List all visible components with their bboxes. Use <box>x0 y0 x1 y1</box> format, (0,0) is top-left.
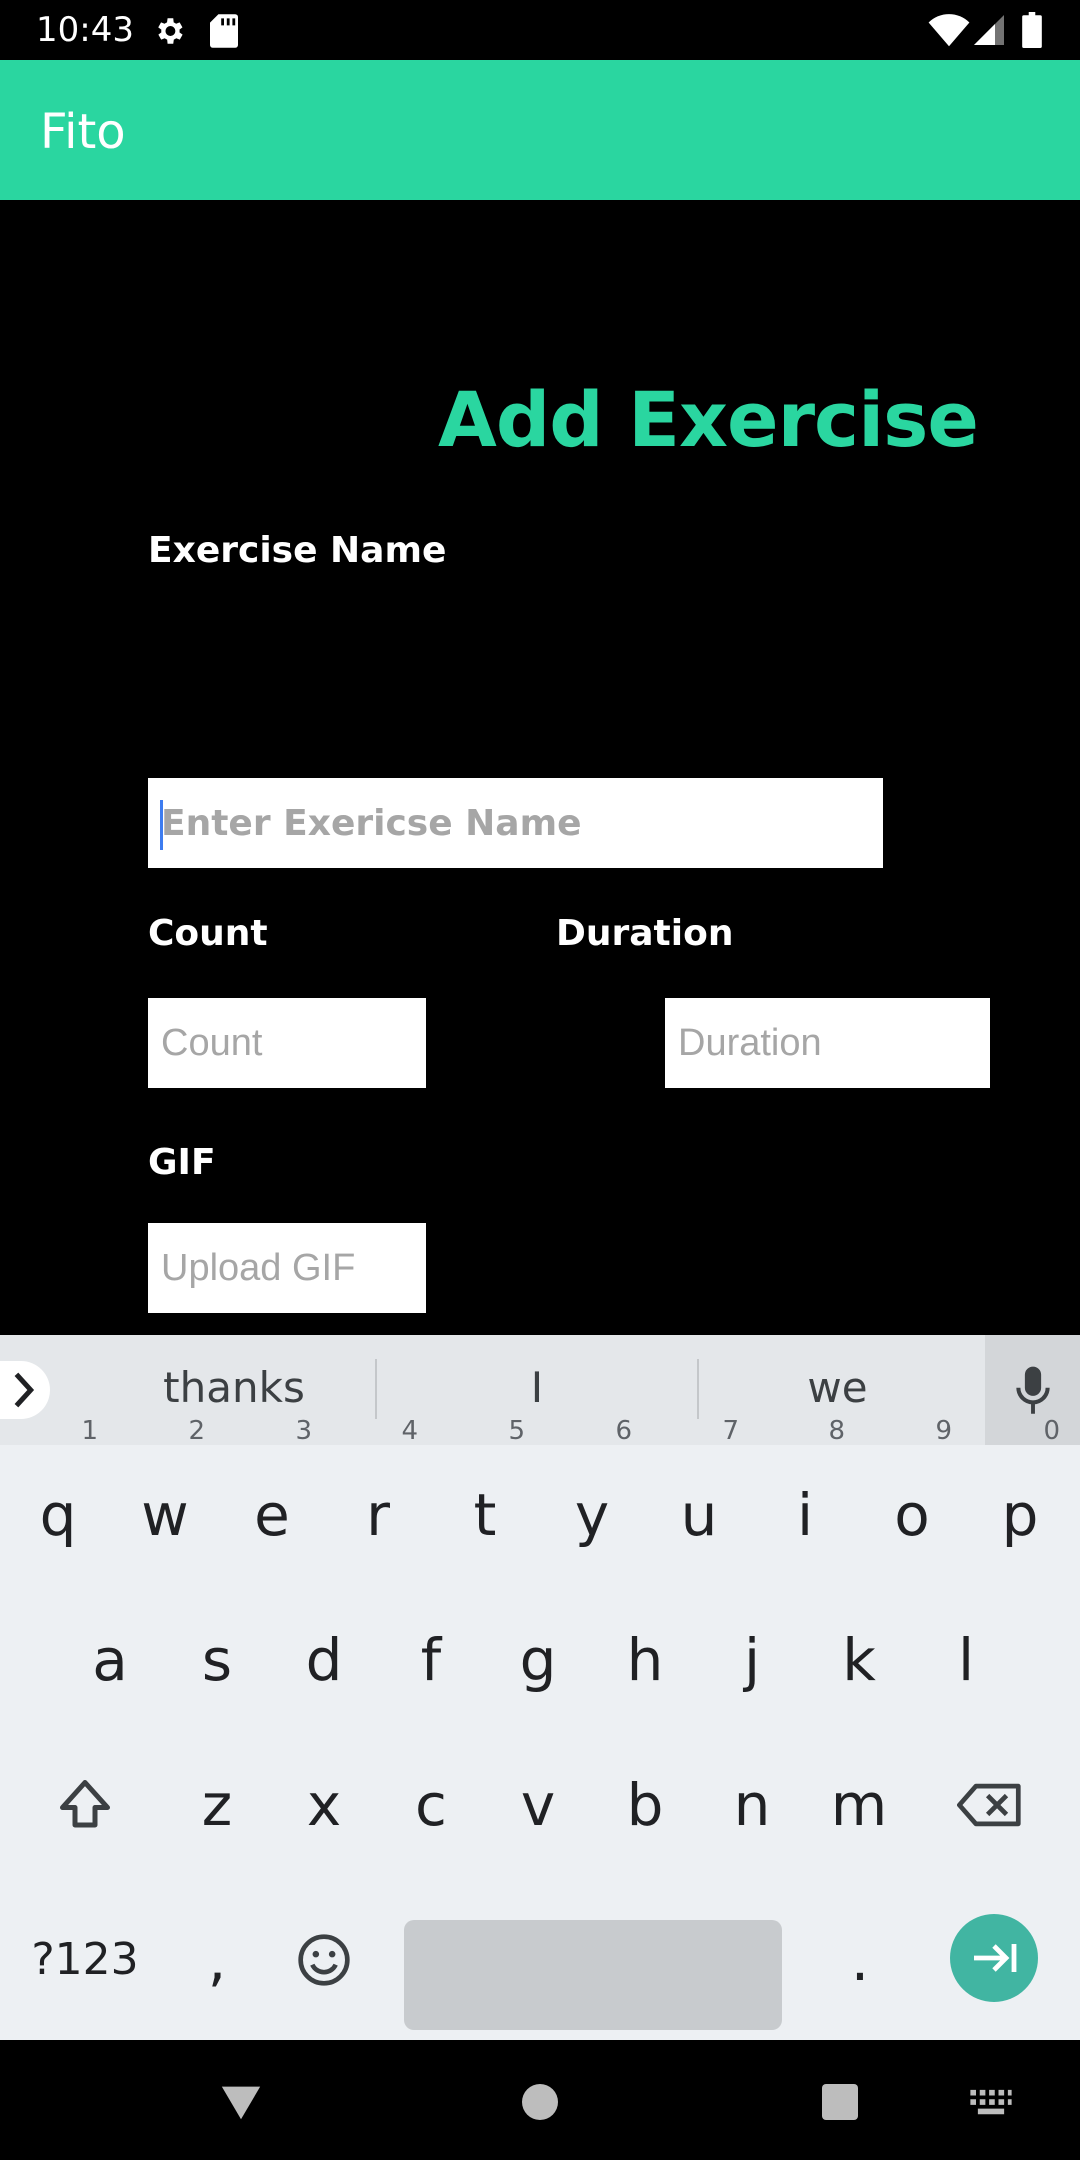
key-a[interactable]: a <box>60 1595 160 1725</box>
tab-arrow-icon <box>974 1944 1017 1972</box>
key-c[interactable]: c <box>381 1740 481 1870</box>
add-exercise-form: Add Exercise Exercise Name Count Duratio… <box>0 200 1080 1335</box>
key-h[interactable]: h <box>595 1595 695 1725</box>
exercise-name-label: Exercise Name <box>148 530 447 571</box>
key-n[interactable]: n <box>702 1740 802 1870</box>
key-k[interactable]: k <box>809 1595 909 1725</box>
suggestion-strip: thanks I we <box>0 1335 1080 1445</box>
symbols-key[interactable]: ?123 <box>20 1895 150 2025</box>
exercise-name-field[interactable] <box>148 778 883 868</box>
suggestion-divider <box>375 1359 377 1419</box>
key-q[interactable]: q1 <box>8 1416 108 1580</box>
key-e[interactable]: e3 <box>222 1416 322 1580</box>
comma-key[interactable]: , <box>167 1895 267 2025</box>
gif-upload-input[interactable] <box>148 1223 426 1313</box>
spacebar-key[interactable] <box>404 1920 782 2030</box>
gif-field[interactable] <box>148 1223 426 1313</box>
count-input[interactable] <box>148 998 426 1088</box>
key-d[interactable]: d <box>274 1595 374 1725</box>
duration-input[interactable] <box>665 998 990 1088</box>
period-key[interactable]: . <box>810 1895 910 2025</box>
key-z[interactable]: z <box>167 1740 267 1870</box>
suggestion-2[interactable]: I <box>378 1363 696 1412</box>
microphone-icon <box>1016 1366 1050 1414</box>
signal-icon <box>974 15 1004 45</box>
backspace-icon <box>957 1783 1021 1827</box>
count-field[interactable] <box>148 998 426 1088</box>
chevron-right-icon <box>14 1372 35 1408</box>
key-w[interactable]: w2 <box>115 1416 215 1580</box>
key-v[interactable]: v <box>488 1740 588 1870</box>
next-field-button[interactable] <box>950 1914 1038 2002</box>
voice-input-button[interactable] <box>985 1335 1080 1445</box>
key-s[interactable]: s <box>167 1595 267 1725</box>
home-icon[interactable] <box>520 2082 560 2122</box>
suggestion-divider <box>697 1359 699 1419</box>
status-bar: 10:43 <box>0 0 1080 60</box>
key-t[interactable]: t5 <box>435 1416 535 1580</box>
key-l[interactable]: l <box>916 1595 1016 1725</box>
gif-label: GIF <box>148 1142 216 1183</box>
system-nav-bar <box>0 2040 1080 2160</box>
key-p[interactable]: p0 <box>970 1416 1070 1580</box>
sd-card-icon <box>210 14 238 48</box>
wifi-icon <box>928 14 970 47</box>
key-r[interactable]: r4 <box>328 1416 428 1580</box>
shift-icon <box>60 1780 110 1828</box>
key-o[interactable]: o9 <box>862 1416 962 1580</box>
settings-icon <box>158 18 183 44</box>
duration-field[interactable] <box>665 998 990 1088</box>
key-j[interactable]: j <box>702 1595 802 1725</box>
key-x[interactable]: x <box>274 1740 374 1870</box>
key-u[interactable]: u7 <box>649 1416 749 1580</box>
expand-suggestions-button[interactable] <box>0 1361 50 1419</box>
count-label: Count <box>148 913 268 954</box>
suggestion-1[interactable]: thanks <box>60 1363 408 1412</box>
backspace-key[interactable] <box>940 1740 1040 1870</box>
key-g[interactable]: g <box>488 1595 588 1725</box>
key-f[interactable]: f <box>381 1595 481 1725</box>
keyboard-switch-icon[interactable] <box>968 2088 1014 2118</box>
emoji-key[interactable] <box>274 1895 374 2025</box>
battery-icon <box>1022 12 1042 48</box>
key-b[interactable]: b <box>595 1740 695 1870</box>
status-time: 10:43 <box>36 10 134 50</box>
key-y[interactable]: y6 <box>542 1416 642 1580</box>
app-title: Fito <box>40 104 126 160</box>
recents-icon[interactable] <box>820 2082 860 2122</box>
exercise-name-input[interactable] <box>148 778 883 868</box>
back-icon[interactable] <box>218 2082 264 2122</box>
app-bar: Fito <box>0 60 1080 200</box>
text-cursor <box>160 800 163 850</box>
soft-keyboard: thanks I we q1 w2 e3 r4 t5 y6 u7 i8 o9 p… <box>0 1335 1080 2040</box>
duration-label: Duration <box>556 913 734 954</box>
page-title: Add Exercise <box>438 375 979 464</box>
shift-key[interactable] <box>35 1740 135 1870</box>
suggestion-3[interactable]: we <box>700 1363 975 1412</box>
key-i[interactable]: i8 <box>755 1416 855 1580</box>
key-m[interactable]: m <box>809 1740 909 1870</box>
emoji-icon <box>298 1934 350 1986</box>
